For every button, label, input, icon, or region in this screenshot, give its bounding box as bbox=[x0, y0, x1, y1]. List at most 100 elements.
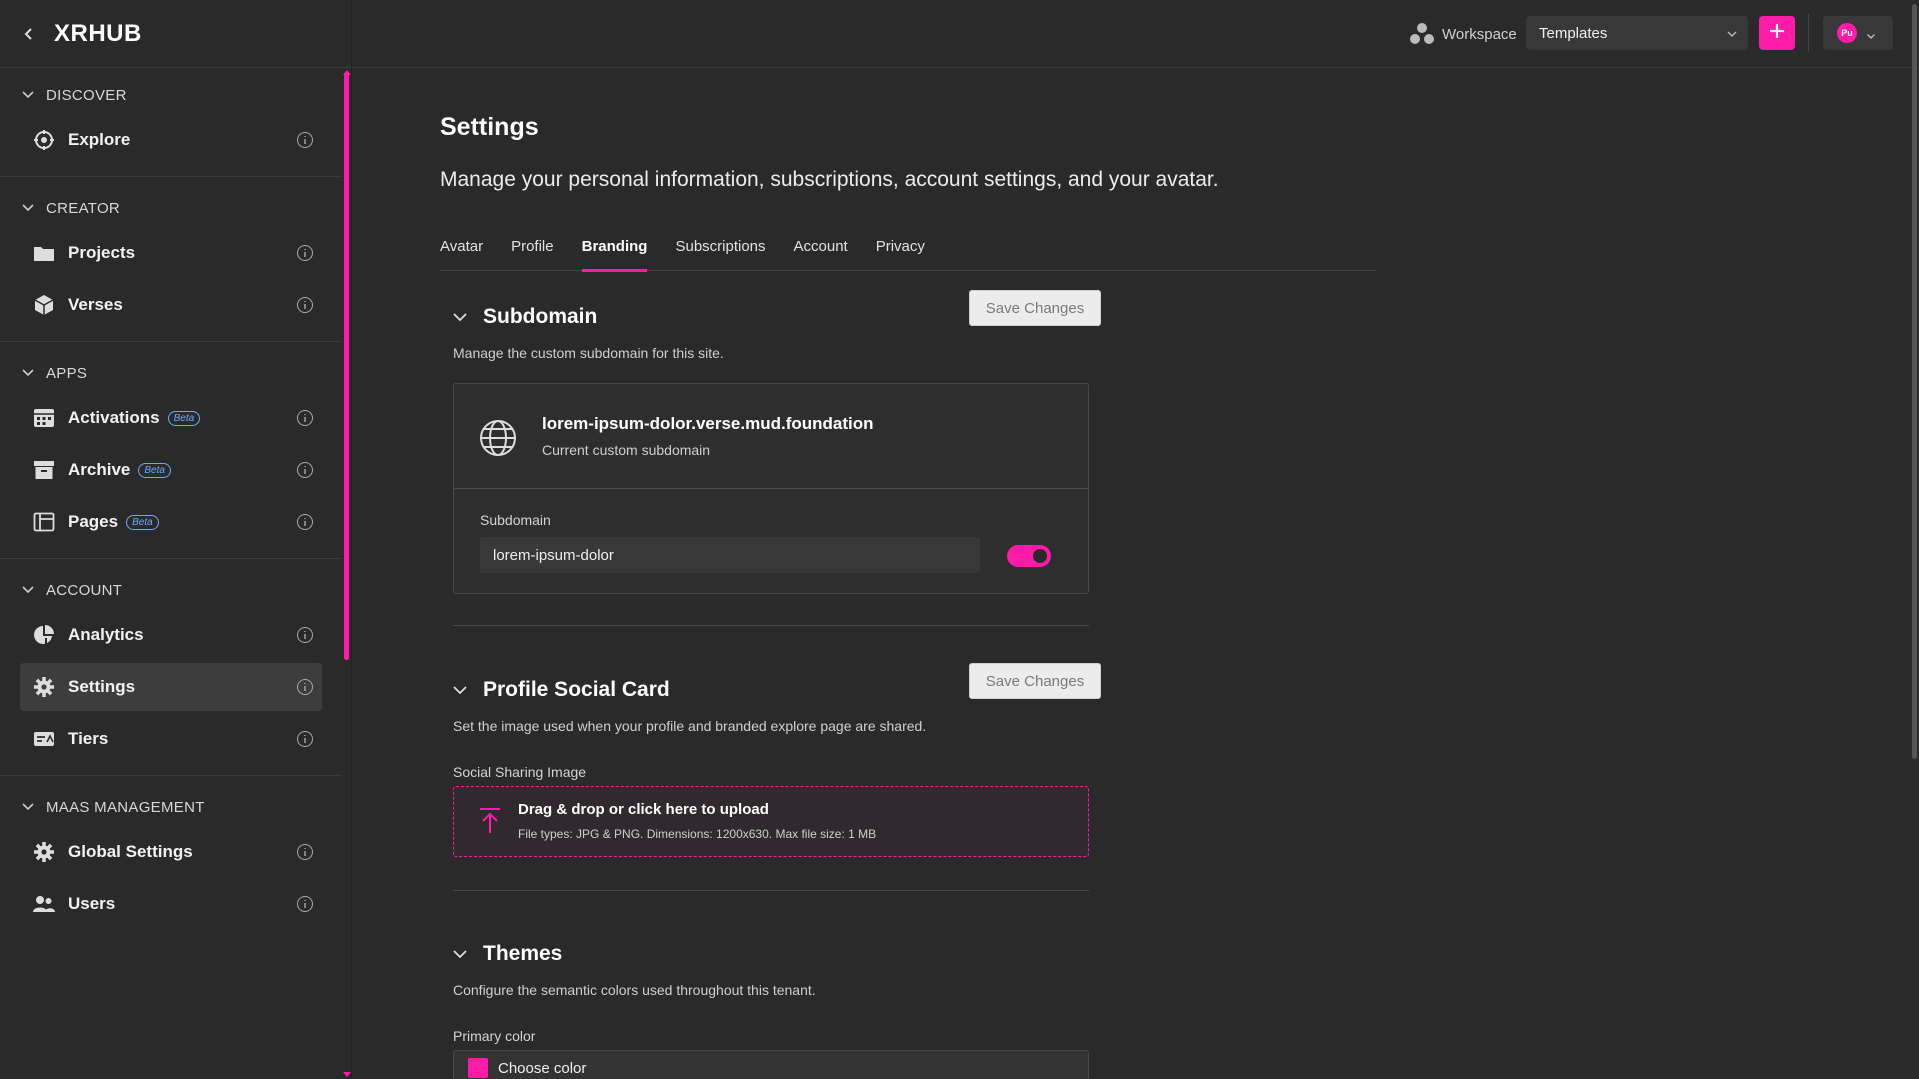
upload-hint: File types: JPG & PNG. Dimensions: 1200x… bbox=[518, 827, 877, 841]
beta-badge: Beta bbox=[167, 410, 201, 426]
pages-icon bbox=[32, 510, 56, 534]
sidebar-item-verses[interactable]: Verses bbox=[20, 281, 322, 329]
current-domain-caption: Current custom subdomain bbox=[542, 442, 711, 458]
current-subdomain: lorem-ipsum-dolor.verse.mud.foundation C… bbox=[454, 384, 1088, 489]
info-icon[interactable] bbox=[296, 461, 314, 479]
section-toggle-discover[interactable]: DISCOVER bbox=[0, 82, 342, 108]
sidebar-item-label: Verses bbox=[68, 295, 123, 314]
workspace-icon bbox=[1408, 20, 1436, 48]
grid-icon bbox=[32, 406, 56, 430]
tab-avatar[interactable]: Avatar bbox=[440, 238, 483, 271]
sidebar-scroll-down-arrow[interactable] bbox=[343, 1072, 351, 1077]
sidebar-item-projects[interactable]: Projects bbox=[20, 229, 322, 277]
sidebar-brand: XRHUB bbox=[0, 0, 351, 68]
globe-icon bbox=[478, 418, 518, 458]
info-icon[interactable] bbox=[296, 244, 314, 262]
section-description: Set the image used when your profile and… bbox=[453, 718, 927, 734]
users-icon bbox=[32, 892, 56, 916]
choose-color-label: Choose color bbox=[498, 1059, 587, 1077]
chevron-down-icon bbox=[20, 200, 36, 216]
upload-title: Drag & drop or click here to upload bbox=[518, 801, 769, 818]
themes-section: Themes Configure the semantic colors use… bbox=[453, 937, 1103, 1079]
chevron-down-icon bbox=[20, 87, 36, 103]
section-label: CREATOR bbox=[46, 199, 121, 217]
sidebar-item-label: Archive bbox=[68, 460, 131, 479]
subdomain-section: Subdomain Save Changes Manage the custom… bbox=[453, 290, 1103, 594]
themes-header[interactable]: Themes bbox=[453, 937, 1103, 971]
sidebar-item-label: Analytics bbox=[68, 625, 144, 644]
subdomain-card: lorem-ipsum-dolor.verse.mud.foundation C… bbox=[453, 383, 1089, 594]
gear-icon bbox=[32, 675, 56, 699]
primary-color-picker[interactable]: Choose color bbox=[453, 1050, 1089, 1079]
tab-subscriptions[interactable]: Subscriptions bbox=[675, 238, 765, 271]
info-icon[interactable] bbox=[296, 409, 314, 427]
folder-icon bbox=[32, 241, 56, 265]
chevron-down-icon bbox=[453, 946, 469, 962]
sidebar-item-label: Global Settings bbox=[68, 842, 193, 861]
sidebar-item-explore[interactable]: Explore bbox=[20, 116, 322, 164]
info-icon[interactable] bbox=[296, 895, 314, 913]
tab-profile[interactable]: Profile bbox=[511, 238, 554, 271]
add-button[interactable] bbox=[1759, 16, 1795, 50]
info-icon[interactable] bbox=[296, 626, 314, 644]
tab-account[interactable]: Account bbox=[794, 238, 848, 271]
user-menu-button[interactable]: Pu bbox=[1823, 16, 1893, 50]
info-icon[interactable] bbox=[296, 843, 314, 861]
settings-main: Settings Manage your personal informatio… bbox=[440, 68, 1380, 1079]
section-heading: Profile Social Card bbox=[483, 678, 670, 701]
toggle-knob bbox=[1033, 549, 1047, 563]
save-changes-button[interactable]: Save Changes bbox=[969, 290, 1101, 326]
social-image-label: Social Sharing Image bbox=[453, 764, 587, 780]
workspace-select[interactable]: Templates bbox=[1526, 16, 1748, 50]
info-icon[interactable] bbox=[296, 678, 314, 696]
beta-badge: Beta bbox=[126, 514, 159, 530]
sidebar-item-pages[interactable]: Pages Beta bbox=[20, 498, 322, 546]
sidebar-nav: DISCOVER Explore CREATOR Projects Verses… bbox=[0, 68, 342, 1079]
sidebar-item-global-settings[interactable]: Global Settings bbox=[20, 828, 322, 876]
workspace-label: Workspace bbox=[1442, 25, 1517, 43]
section-toggle-creator[interactable]: CREATOR bbox=[0, 195, 342, 221]
sidebar-item-label: Projects bbox=[68, 243, 136, 262]
back-chevron-icon[interactable] bbox=[18, 23, 40, 45]
sidebar-item-label: Users bbox=[68, 894, 116, 913]
save-changes-button[interactable]: Save Changes bbox=[969, 663, 1101, 699]
subdomain-field-label: Subdomain bbox=[480, 512, 551, 528]
info-icon[interactable] bbox=[296, 131, 314, 149]
section-toggle-account[interactable]: ACCOUNT bbox=[0, 577, 342, 603]
sidebar-item-analytics[interactable]: Analytics bbox=[20, 611, 322, 659]
tab-privacy[interactable]: Privacy bbox=[876, 238, 925, 271]
sidebar-item-label: Activations bbox=[68, 408, 160, 427]
tab-branding[interactable]: Branding bbox=[581, 238, 647, 272]
section-heading: Themes bbox=[483, 942, 563, 965]
sidebar-item-activations[interactable]: Activations Beta bbox=[20, 394, 322, 442]
info-icon[interactable] bbox=[296, 296, 314, 314]
sidebar-item-archive[interactable]: Archive Beta bbox=[20, 446, 322, 494]
section-label: DISCOVER bbox=[46, 86, 127, 104]
subdomain-header[interactable]: Subdomain Save Changes bbox=[453, 290, 1103, 334]
sidebar-item-tiers[interactable]: Tiers bbox=[20, 715, 322, 763]
section-toggle-maas[interactable]: MAAS MANAGEMENT bbox=[0, 794, 342, 820]
nav-section-creator: CREATOR Projects Verses bbox=[0, 177, 342, 342]
plus-icon bbox=[1768, 22, 1786, 45]
chevron-down-icon bbox=[20, 799, 36, 815]
chevron-down-icon bbox=[20, 365, 36, 381]
sidebar-item-users[interactable]: Users bbox=[20, 880, 322, 928]
sidebar-item-settings[interactable]: Settings bbox=[20, 663, 322, 711]
info-icon[interactable] bbox=[296, 513, 314, 531]
section-toggle-apps[interactable]: APPS bbox=[0, 360, 342, 386]
main-scrollbar[interactable] bbox=[1912, 4, 1917, 759]
chevron-down-icon bbox=[453, 309, 469, 325]
gear-icon bbox=[32, 840, 56, 864]
sidebar: XRHUB DISCOVER Explore CREATOR Projects … bbox=[0, 0, 352, 1079]
sidebar-scrollbar[interactable] bbox=[344, 72, 349, 660]
primary-color-label: Primary color bbox=[453, 1028, 536, 1044]
section-divider bbox=[453, 890, 1089, 891]
social-card-header[interactable]: Profile Social Card Save Changes bbox=[453, 663, 1103, 707]
app-root: XRHUB DISCOVER Explore CREATOR Projects … bbox=[0, 0, 1919, 1079]
subdomain-toggle[interactable] bbox=[1007, 545, 1051, 567]
image-upload-dropzone[interactable]: Drag & drop or click here to upload File… bbox=[453, 786, 1089, 857]
nav-section-discover: DISCOVER Explore bbox=[0, 68, 342, 177]
info-icon[interactable] bbox=[296, 730, 314, 748]
subdomain-input[interactable]: lorem-ipsum-dolor bbox=[480, 537, 980, 573]
top-bar: Workspace Templates Pu bbox=[353, 0, 1919, 68]
